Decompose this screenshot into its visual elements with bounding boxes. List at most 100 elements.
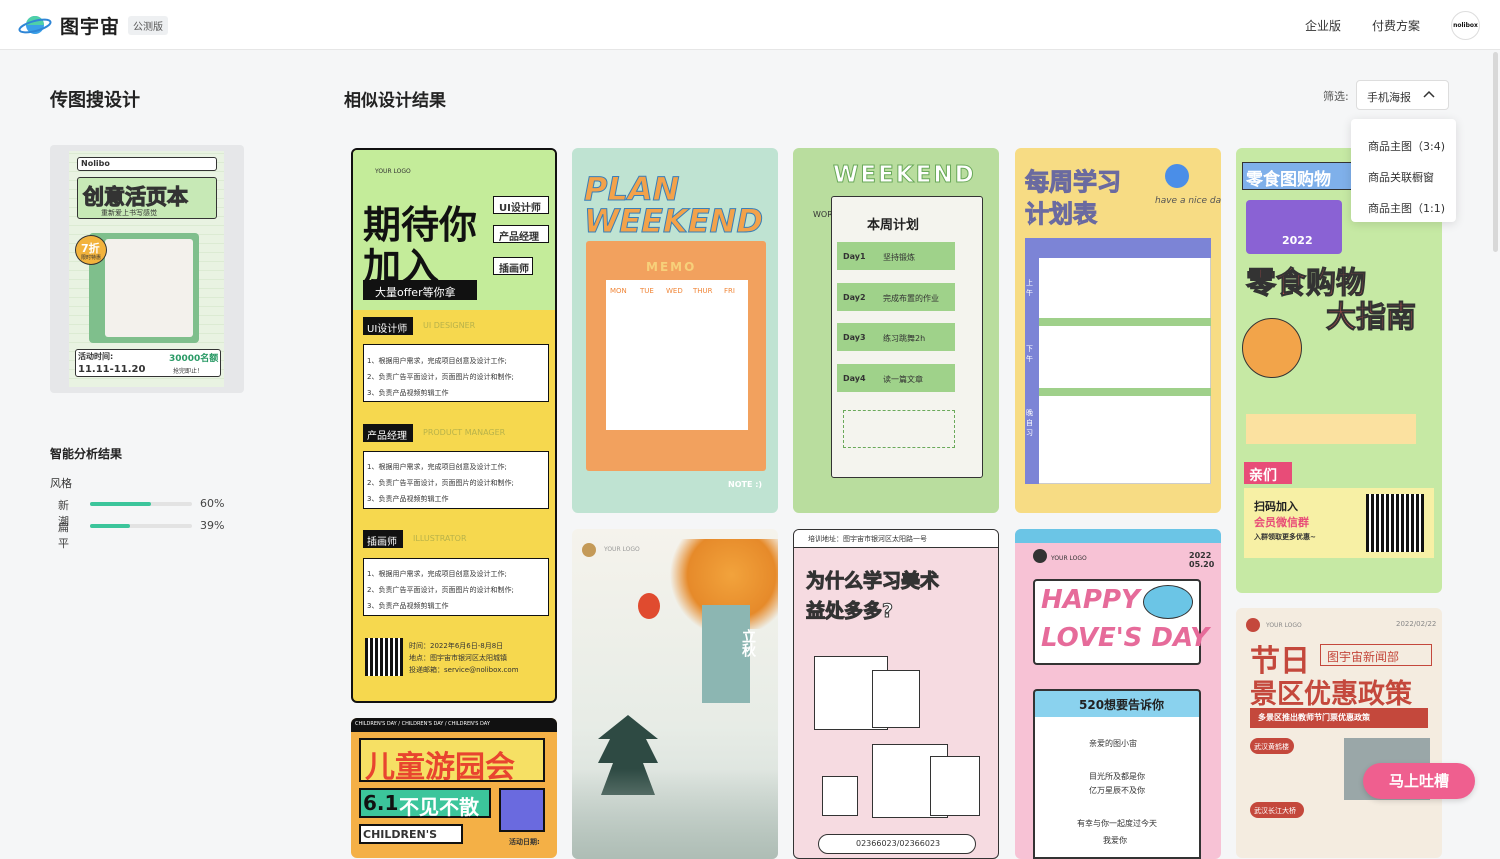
preview-activity-label: 活动时间:: [78, 352, 114, 361]
art-question-2: 益处多多?: [805, 600, 894, 623]
weekday: FRI: [724, 287, 735, 295]
nav-pricing[interactable]: 付费方案: [1372, 17, 1420, 34]
style-bar-track: [90, 502, 192, 506]
uploaded-image-card[interactable]: Nolibo 创意活页本 重新爱上书写感觉 7折 限时特惠 活动时间: 11.1…: [50, 145, 244, 393]
kids-headline: 儿童游园会: [365, 750, 515, 785]
recruit-email: 投递邮箱：service@nolibox.com: [409, 666, 519, 674]
news-tag: 武汉长江大桥: [1254, 807, 1296, 815]
weekend-memo: MEMO: [646, 260, 697, 274]
preview-quota-note: 抢完即止！: [173, 368, 204, 375]
study-title-1: 每周学习: [1025, 168, 1122, 197]
recruit-section-title: 产品经理: [367, 431, 407, 442]
style-bar-value: 39%: [200, 519, 225, 532]
design-card-loves-day[interactable]: YOUR LOGO 2022 05.20 HAPPY LOVE'S DAY 52…: [1015, 529, 1221, 859]
news-strip: 多景区推出教师节门票优惠政策: [1258, 713, 1370, 722]
style-bar-value: 60%: [200, 497, 225, 510]
preview-discount-note: 限时特惠: [81, 255, 102, 261]
design-card-recruit[interactable]: YOUR LOGO 期待你 加入 UI设计师 产品经理 插画师 大量offer等…: [351, 148, 557, 703]
planet-logo-icon[interactable]: [18, 12, 52, 38]
weekday: THUR: [693, 287, 713, 295]
weekly-day: Day4: [843, 374, 866, 383]
art-question-1: 为什么学习美术: [805, 570, 940, 593]
qr-code-icon: [365, 638, 403, 676]
snack-scan: 扫码加入: [1254, 500, 1298, 513]
page-scrollbar[interactable]: [1493, 52, 1498, 252]
chevron-up-icon[interactable]: [1423, 89, 1435, 99]
weekday: WED: [666, 287, 683, 295]
recruit-place: 地点：图宇宙市银河区太阳城镇: [409, 654, 507, 662]
filter-option[interactable]: 商品主图（3:4): [1368, 138, 1445, 154]
app-name[interactable]: 图宇宙: [60, 12, 120, 39]
top-bar: 图宇宙 公测版 企业版 付费方案 nolibox: [0, 0, 1500, 50]
style-bar-label: 扁平: [58, 521, 69, 550]
design-card-study-plan[interactable]: 每周学习 计划表 have a nice day 上午 下午 晚自习: [1015, 148, 1221, 513]
duty-line: 3、负责产品视频剪辑工作: [367, 495, 449, 503]
design-card-art-class[interactable]: 培训地址：图宇宙市银河区太阳路一号 为什么学习美术 益处多多? 02366023…: [793, 529, 999, 859]
weekend-title-2: WEEKEND: [583, 202, 764, 241]
feedback-button[interactable]: 马上吐槽: [1363, 763, 1475, 799]
love-line: 我爱你: [1103, 836, 1127, 845]
news-tag: 武汉黄鹤楼: [1254, 743, 1289, 751]
design-card-weekly-plan[interactable]: WEEKEND WORK 本周计划 Day1 坚持锻炼 Day2 完成布置的作业…: [793, 148, 999, 513]
recruit-role: 产品经理: [499, 232, 539, 243]
love-line: 目光所及都是你: [1089, 772, 1145, 781]
style-bar-fill: [90, 524, 130, 528]
filter-dropdown: 商品主图（3:4) 商品关联橱窗 商品主图（1:1): [1351, 119, 1456, 222]
duty-line: 1、根据用户需求，完成项目创意及设计工作;: [367, 463, 507, 471]
weekly-day: Day1: [843, 252, 866, 261]
love-line: 亲爱的图小宙: [1089, 739, 1137, 748]
beta-badge: 公测版: [128, 16, 168, 35]
snack-headline-2: 大指南: [1326, 300, 1417, 336]
study-title-2: 计划表: [1025, 200, 1098, 229]
kids-ribbon: CHILDREN'S DAY / CHILDREN'S DAY / CHILDR…: [355, 721, 490, 727]
filter-select[interactable]: 手机海报: [1356, 80, 1449, 110]
duty-line: 1、根据用户需求，完成项目创意及设计工作;: [367, 357, 507, 365]
kids-date: 6.1: [363, 791, 399, 815]
preview-activity-dates: 11.11-11.20: [78, 364, 146, 375]
design-card-holiday-news[interactable]: YOUR LOGO 2022/02/22 节日 图宇宙新闻部 景区优惠政策 多景…: [1236, 608, 1442, 858]
results-title: 相似设计结果: [344, 91, 446, 111]
weekly-day: Day3: [843, 333, 866, 342]
design-card-kids-fair[interactable]: CHILDREN'S DAY / CHILDREN'S DAY / CHILDR…: [351, 718, 557, 858]
news-headline-2: 景区优惠政策: [1250, 679, 1412, 710]
preview-brand: Nolibo: [81, 159, 110, 168]
recruit-section-title: UI设计师: [367, 324, 408, 335]
qr-code-icon: [1366, 494, 1424, 552]
recruit-time: 时间：2022年6月6日-8月8日: [409, 642, 504, 650]
design-card-plan-weekend[interactable]: PLAN WEEKEND MEMO MON TUE WED THUR FRI N…: [572, 148, 778, 513]
analysis-title: 智能分析结果: [50, 447, 123, 461]
weekly-subtitle: 本周计划: [867, 218, 920, 233]
nav-enterprise[interactable]: 企业版: [1305, 17, 1341, 34]
recruit-section-en: PRODUCT MANAGER: [423, 428, 506, 437]
love-line: 亿万星辰不及你: [1089, 786, 1145, 795]
duty-line: 3、负责产品视频剪辑工作: [367, 389, 449, 397]
weekday: MON: [610, 287, 627, 295]
snack-top: 零食图购物: [1246, 170, 1331, 190]
weekly-task: 坚持锻炼: [883, 253, 915, 262]
snack-year: 2022: [1282, 234, 1313, 247]
love-line: 有幸与你一起度过今天: [1077, 819, 1157, 828]
art-address: 培训地址：图宇宙市银河区太阳路一号: [808, 535, 927, 543]
study-row: 晚自习: [1026, 409, 1033, 437]
duty-line: 2、负责广告平面设计，页面图片的设计和制作;: [367, 373, 514, 381]
filter-value: 手机海报: [1367, 91, 1411, 104]
love-banner: 520想要告诉你: [1079, 698, 1165, 712]
duty-line: 1、根据用户需求，完成项目创意及设计工作;: [367, 570, 507, 578]
news-dept: 图宇宙新闻部: [1327, 650, 1400, 664]
recruit-section-en: UI DESIGNER: [423, 321, 476, 330]
filter-option[interactable]: 商品主图（1:1): [1368, 200, 1445, 216]
weekly-task: 读一篇文章: [883, 375, 923, 384]
card-logo: YOUR LOGO: [375, 168, 411, 175]
weekly-task: 完成布置的作业: [883, 294, 939, 303]
user-avatar[interactable]: nolibox: [1451, 11, 1480, 40]
weekend-note: NOTE :): [728, 480, 763, 489]
kids-tagline: 不见不散: [399, 795, 479, 819]
style-bar-fill: [90, 502, 152, 506]
design-card-autumn[interactable]: YOUR LOGO 立秋: [572, 529, 778, 859]
study-row: 上午: [1026, 279, 1033, 297]
filter-option[interactable]: 商品关联橱窗: [1368, 169, 1434, 185]
preview-quota: 30000名额: [169, 354, 219, 364]
kids-tag: 活动日期:: [509, 838, 540, 846]
filter-label: 筛选:: [1323, 90, 1349, 103]
style-bar-track: [90, 524, 192, 528]
